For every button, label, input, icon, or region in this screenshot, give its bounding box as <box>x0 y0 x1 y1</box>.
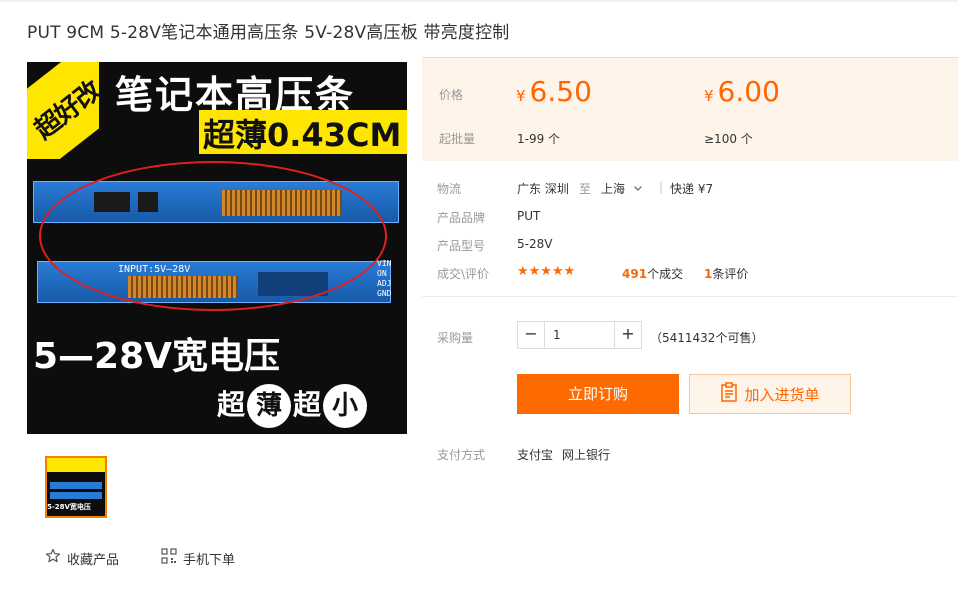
image-pcb-area: INPUT:5V—28V VIN ON ADJ GND <box>27 159 407 319</box>
quantity-label: 采购量 <box>437 331 474 345</box>
logistics-from: 广东 深圳 <box>517 182 569 196</box>
increase-quantity-button[interactable]: + <box>615 322 641 348</box>
product-title: PUT 9CM 5-28V笔记本通用高压条 5V-28V高压板 带亮度控制 <box>27 23 510 43</box>
slim-char: 超 <box>293 388 322 421</box>
sold-count-link[interactable]: 491个成交 <box>622 265 683 282</box>
image-slim-row: 超薄超小 <box>217 383 369 428</box>
pin-label: VIN <box>377 259 392 268</box>
favorite-label: 收藏产品 <box>67 552 120 568</box>
logistics-express: 快递 ¥7 <box>670 182 714 196</box>
slim-burst: 薄 <box>247 384 292 428</box>
favorite-product-button[interactable]: 收藏产品 <box>45 548 119 568</box>
payment-label: 支付方式 <box>437 448 486 462</box>
currency-symbol: ¥ <box>516 87 526 105</box>
sold-count: 491 <box>622 267 648 281</box>
batch-label: 起批量 <box>439 132 476 146</box>
chevron-down-icon <box>633 182 643 196</box>
model-label: 产品型号 <box>437 239 486 253</box>
section-divider <box>422 296 958 297</box>
pin-label: ON <box>377 269 387 278</box>
thumb-pcb <box>50 482 102 489</box>
price-tier-2: ¥6.00 <box>704 75 780 108</box>
rating-stars: ★★★★★ <box>517 264 576 279</box>
pin-label: ADJ <box>377 279 392 288</box>
price-value: 6.50 <box>529 75 592 108</box>
logistics-label: 物流 <box>437 182 462 196</box>
add-to-cart-button[interactable]: 加入进货单 <box>689 374 851 414</box>
price-tier-1: ¥6.50 <box>516 75 592 108</box>
thumb-pcb <box>50 492 102 499</box>
brand-label: 产品品牌 <box>437 211 486 225</box>
clipboard-icon <box>720 382 738 406</box>
review-count-link[interactable]: 1条评价 <box>704 265 748 282</box>
payment-method-alipay: 支付宝 <box>517 448 554 462</box>
brand-value: PUT <box>517 209 541 223</box>
top-divider <box>0 0 958 2</box>
stock-available: （5411432个可售） <box>650 331 764 345</box>
mobile-order-button[interactable]: 手机下单 <box>161 548 235 568</box>
highlight-ellipse <box>39 161 387 311</box>
logistics-to-word: 至 <box>579 182 592 196</box>
thumb-text: 5-28V宽电压 <box>47 503 91 511</box>
thumb-header-band <box>47 458 105 472</box>
quantity-stepper: − 1 + <box>517 321 642 349</box>
price-label: 价格 <box>439 88 464 102</box>
sold-suffix: 个成交 <box>647 267 684 281</box>
qr-code-icon <box>161 548 177 568</box>
batch-range-2: ≥100 个 <box>704 132 753 146</box>
price-value: 6.00 <box>717 75 780 108</box>
payment-method-bank: 网上银行 <box>562 448 611 462</box>
star-outline-icon <box>45 548 61 568</box>
pin-label: GND <box>377 289 392 298</box>
batch-range-1: 1-99 个 <box>517 132 561 146</box>
destination-value: 上海 <box>601 182 626 196</box>
image-thin-text: 超薄0.43CM <box>203 116 402 154</box>
slim-burst: 小 <box>323 384 368 428</box>
price-panel <box>422 57 958 161</box>
deals-label: 成交\评价 <box>437 267 490 281</box>
image-footer-band: 5—28V宽电压 超薄超小 <box>27 319 407 434</box>
image-wide-voltage-text: 5—28V宽电压 <box>33 336 281 377</box>
destination-select[interactable]: 上海 <box>601 180 643 197</box>
pcb-pin-labels: VIN ON ADJ GND <box>377 259 391 299</box>
buy-now-button[interactable]: 立即订购 <box>517 374 679 414</box>
add-to-cart-label: 加入进货单 <box>744 385 820 404</box>
main-product-image[interactable]: 超好改 笔记本高压条 超薄0.43CM INPUT:5V—28V VIN ON … <box>27 62 407 434</box>
review-suffix: 条评价 <box>712 267 749 281</box>
gallery-thumbnail[interactable]: 5-28V宽电压 <box>45 456 107 518</box>
logistics-divider: | <box>659 180 664 194</box>
decrease-quantity-button[interactable]: − <box>518 322 544 348</box>
quantity-input[interactable]: 1 <box>544 322 615 348</box>
currency-symbol: ¥ <box>704 87 714 105</box>
slim-char: 超 <box>217 388 246 421</box>
image-header-band: 超好改 笔记本高压条 超薄0.43CM <box>27 62 407 196</box>
model-value: 5-28V <box>517 237 553 251</box>
mobile-order-label: 手机下单 <box>183 552 236 568</box>
